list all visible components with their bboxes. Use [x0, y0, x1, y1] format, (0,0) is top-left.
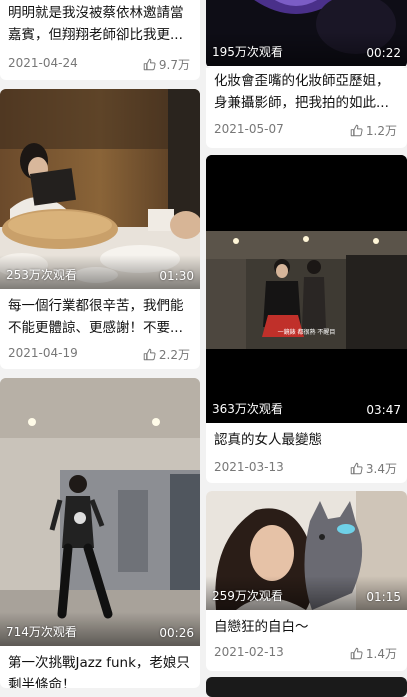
video-title[interactable]: 明明就是我沒被蔡依林邀請當嘉賓，但翔翔老師卻比我更... [8, 2, 192, 46]
publish-date: 2021-03-13 [214, 460, 284, 474]
video-title[interactable]: 第一次挑戰Jazz funk，老娘只剩半條命！ [8, 652, 192, 688]
publish-date: 2021-05-07 [214, 122, 284, 136]
like-count[interactable]: 2.2万 [143, 346, 190, 363]
video-meta: 2021-02-13 1.4万 [214, 645, 399, 661]
thumbs-up-icon [143, 58, 156, 71]
publish-date: 2021-04-19 [8, 346, 78, 360]
video-card[interactable]: 明明就是我沒被蔡依林邀請當嘉賓，但翔翔老師卻比我更... 2021-04-24 … [0, 0, 200, 80]
video-card[interactable]: 253万次观看 01:30 每一個行業都很辛苦，我們能不能更體諒、更感謝！不要.… [0, 89, 200, 369]
like-count[interactable]: 9.7万 [143, 56, 190, 73]
duration: 00:22 [366, 46, 401, 60]
video-card[interactable]: 259万次观看 01:15 自戀狂的自白～ 2021-02-13 1.4万 [206, 491, 407, 671]
video-card[interactable]: 化妝會歪嘴的化妝師亞歷姐，身兼攝影師，把我拍的如此... 2021-05-07 … [206, 68, 407, 148]
video-meta: 2021-03-13 3.4万 [214, 460, 399, 476]
duration: 00:26 [159, 626, 194, 640]
thumbs-up-icon [350, 647, 363, 660]
thumbnail-image [206, 155, 407, 423]
publish-date: 2021-04-24 [8, 56, 78, 70]
video-card[interactable] [206, 677, 407, 697]
video-thumbnail[interactable]: 一鏡錶 都很熟 不醒目 363万次观看 03:47 [206, 155, 407, 423]
duration: 01:30 [159, 269, 194, 283]
video-title[interactable]: 化妝會歪嘴的化妝師亞歷姐，身兼攝影師，把我拍的如此... [214, 70, 399, 114]
video-title[interactable]: 自戀狂的自白～ [214, 616, 399, 638]
view-count: 195万次观看 [212, 45, 283, 59]
video-thumbnail[interactable]: 259万次观看 01:15 [206, 491, 407, 610]
view-count: 253万次观看 [6, 268, 77, 282]
like-count[interactable]: 1.4万 [350, 645, 397, 662]
video-thumbnail[interactable]: 253万次观看 01:30 [0, 89, 200, 289]
view-count: 363万次观看 [212, 402, 283, 416]
like-count[interactable]: 3.4万 [350, 460, 397, 477]
video-card[interactable]: 714万次观看 00:26 第一次挑戰Jazz funk，老娘只剩半條命！ [0, 378, 200, 688]
view-count: 259万次观看 [212, 589, 283, 603]
video-title[interactable]: 認真的女人最變態 [214, 429, 399, 451]
thumbs-up-icon [350, 124, 363, 137]
video-card[interactable]: 一鏡錶 都很熟 不醒目 363万次观看 03:47 認真的女人最變態 2021-… [206, 155, 407, 483]
video-title[interactable]: 每一個行業都很辛苦，我們能不能更體諒、更感謝！不要... [8, 295, 192, 339]
publish-date: 2021-02-13 [214, 645, 284, 659]
video-meta: 2021-04-24 9.7万 [8, 56, 192, 72]
video-meta: 2021-05-07 1.2万 [214, 122, 399, 138]
video-card[interactable]: 195万次观看 00:22 [206, 0, 407, 68]
thumbs-up-icon [350, 462, 363, 475]
thumbs-up-icon [143, 348, 156, 361]
video-thumbnail[interactable]: 714万次观看 00:26 [0, 378, 200, 646]
thumbnail-image [0, 89, 200, 289]
like-count[interactable]: 1.2万 [350, 122, 397, 139]
thumbnail-image [0, 378, 200, 646]
video-meta: 2021-04-19 2.2万 [8, 346, 192, 362]
duration: 03:47 [366, 403, 401, 417]
video-thumbnail[interactable]: 195万次观看 00:22 [206, 0, 407, 66]
duration: 01:15 [366, 590, 401, 604]
view-count: 714万次观看 [6, 625, 77, 639]
video-caption: 一鏡錶 都很熟 不醒目 [277, 329, 336, 336]
